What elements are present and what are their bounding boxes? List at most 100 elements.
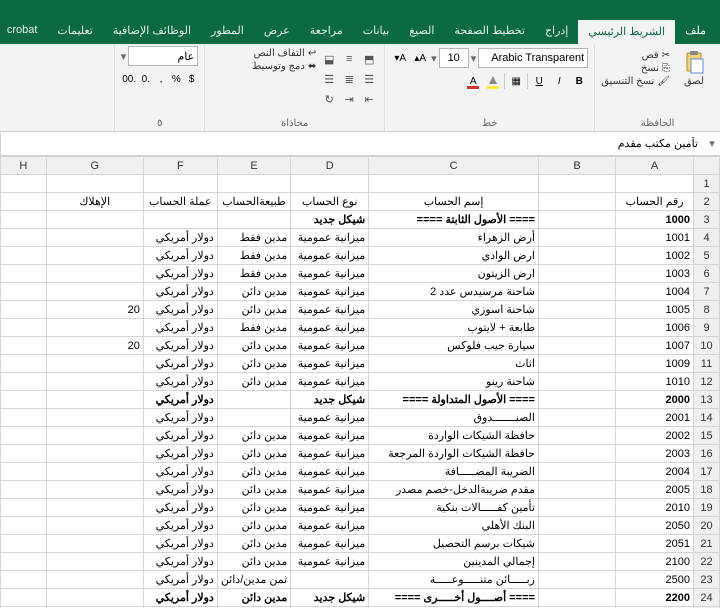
paste-button[interactable]: لصق [674, 46, 714, 87]
cell-G2[interactable]: الإهلاك [46, 193, 143, 211]
cell-A8[interactable]: 1005 [616, 301, 694, 319]
cell-C7[interactable]: شاحنة مرسيدس عدد 2 [369, 283, 539, 301]
cell-G6[interactable] [46, 265, 143, 283]
cell-E11[interactable]: مدين دائن [217, 355, 290, 373]
cell-B19[interactable] [538, 499, 615, 517]
cell-E23[interactable]: ثمن مدين/دائن [217, 571, 290, 589]
cell-A19[interactable]: 2010 [616, 499, 694, 517]
cell-D13[interactable]: شيكل جديد [291, 391, 369, 409]
cell-D5[interactable]: ميزانية عمومية [291, 247, 369, 265]
cell-F16[interactable]: دولار أمريكي [143, 445, 217, 463]
row-header-9[interactable]: 9 [694, 319, 720, 337]
cell-A12[interactable]: 1010 [616, 373, 694, 391]
row-header-13[interactable]: 13 [694, 391, 720, 409]
cell-D7[interactable]: ميزانية عمومية [291, 283, 369, 301]
cell-C12[interactable]: شاحنة رينو [369, 373, 539, 391]
tab-formulas[interactable]: الصيغ [399, 20, 444, 44]
cell-C9[interactable]: طابعة + لايتوب [369, 319, 539, 337]
row-header-8[interactable]: 8 [694, 301, 720, 319]
cell-A1[interactable] [616, 175, 694, 193]
cell-B8[interactable] [538, 301, 615, 319]
cell-A11[interactable]: 1009 [616, 355, 694, 373]
cell-E5[interactable]: مدين فقط [217, 247, 290, 265]
cell-B9[interactable] [538, 319, 615, 337]
cell-F21[interactable]: دولار أمريكي [143, 535, 217, 553]
align-right-button[interactable]: ☰ [360, 70, 378, 88]
cell-A9[interactable]: 1006 [616, 319, 694, 337]
cell-H20[interactable] [1, 517, 47, 535]
cell-H7[interactable] [1, 283, 47, 301]
cell-D9[interactable]: ميزانية عمومية [291, 319, 369, 337]
cell-E19[interactable]: مدين دائن [217, 499, 290, 517]
cell-A13[interactable]: 2000 [616, 391, 694, 409]
row-header-17[interactable]: 17 [694, 463, 720, 481]
cell-G3[interactable] [46, 211, 143, 229]
cell-D23[interactable] [291, 571, 369, 589]
row-header-6[interactable]: 6 [694, 265, 720, 283]
cell-H10[interactable] [1, 337, 47, 355]
cell-G9[interactable] [46, 319, 143, 337]
cell-G18[interactable] [46, 481, 143, 499]
cell-G15[interactable] [46, 427, 143, 445]
cell-A5[interactable]: 1002 [616, 247, 694, 265]
cell-F2[interactable]: عملة الحساب [143, 193, 217, 211]
cell-A23[interactable]: 2500 [616, 571, 694, 589]
cell-G12[interactable] [46, 373, 143, 391]
currency-button[interactable]: $ [185, 70, 198, 88]
cell-H12[interactable] [1, 373, 47, 391]
cell-H14[interactable] [1, 409, 47, 427]
cell-C1[interactable] [369, 175, 539, 193]
cell-G17[interactable] [46, 463, 143, 481]
cell-E9[interactable]: مدين فقط [217, 319, 290, 337]
cell-F24[interactable]: دولار أمريكي [143, 589, 217, 607]
cell-F9[interactable]: دولار أمريكي [143, 319, 217, 337]
cell-E22[interactable]: مدين دائن [217, 553, 290, 571]
cell-D22[interactable]: ميزانية عمومية [291, 553, 369, 571]
indent-dec-button[interactable]: ⇥ [340, 90, 358, 108]
cell-E17[interactable]: مدين دائن [217, 463, 290, 481]
cell-H1[interactable] [1, 175, 47, 193]
cell-E16[interactable]: مدين دائن [217, 445, 290, 463]
cell-C14[interactable]: الصنـــــــدوق [369, 409, 539, 427]
cell-F7[interactable]: دولار أمريكي [143, 283, 217, 301]
align-bottom-button[interactable]: ⬓ [320, 50, 338, 68]
cell-H8[interactable] [1, 301, 47, 319]
cell-B1[interactable] [538, 175, 615, 193]
underline-button[interactable]: U [530, 72, 548, 90]
cell-F1[interactable] [143, 175, 217, 193]
cell-D1[interactable] [291, 175, 369, 193]
cell-F6[interactable]: دولار أمريكي [143, 265, 217, 283]
tab-addins[interactable]: الوظائف الإضافية [103, 20, 201, 44]
cell-H2[interactable] [1, 193, 47, 211]
cell-E3[interactable] [217, 211, 290, 229]
cell-B4[interactable] [538, 229, 615, 247]
cell-E24[interactable]: مدين دائن [217, 589, 290, 607]
merge-center-button[interactable]: ⬌ دمج وتوسيط [252, 61, 316, 72]
tab-pagelayout[interactable]: تخطيط الصفحة [444, 20, 535, 44]
cell-F14[interactable]: دولار أمريكي [143, 409, 217, 427]
font-color-button[interactable]: A [464, 72, 482, 90]
cell-C11[interactable]: اثاث [369, 355, 539, 373]
align-top-button[interactable]: ⬒ [360, 50, 378, 68]
shrink-font-button[interactable]: A▾ [391, 49, 409, 67]
cell-D6[interactable]: ميزانية عمومية [291, 265, 369, 283]
cell-E12[interactable]: مدين دائن [217, 373, 290, 391]
row-header-20[interactable]: 20 [694, 517, 720, 535]
cell-H9[interactable] [1, 319, 47, 337]
cell-A14[interactable]: 2001 [616, 409, 694, 427]
row-header-1[interactable]: 1 [694, 175, 720, 193]
cell-H4[interactable] [1, 229, 47, 247]
tab-help[interactable]: تعليمات [47, 20, 102, 44]
cell-C15[interactable]: حافظة الشيكات الواردة [369, 427, 539, 445]
cell-G1[interactable] [46, 175, 143, 193]
cell-G8[interactable]: 20 [46, 301, 143, 319]
tab-developer[interactable]: المطور [201, 20, 254, 44]
cell-D20[interactable]: ميزانية عمومية [291, 517, 369, 535]
cell-B14[interactable] [538, 409, 615, 427]
col-header-E[interactable]: E [217, 157, 290, 175]
cell-D10[interactable]: ميزانية عمومية [291, 337, 369, 355]
row-header-2[interactable]: 2 [694, 193, 720, 211]
cell-B12[interactable] [538, 373, 615, 391]
row-header-23[interactable]: 23 [694, 571, 720, 589]
format-painter-button[interactable]: 🖌 نسخ التنسيق [601, 76, 670, 87]
